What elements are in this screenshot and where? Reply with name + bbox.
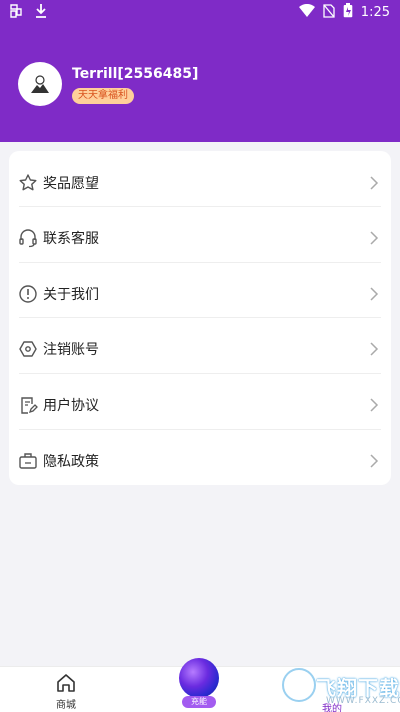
hexagon-icon <box>19 340 37 357</box>
status-bar: 1:25 <box>0 0 400 24</box>
divider <box>19 373 381 374</box>
menu-item-label: 关于我们 <box>43 286 99 303</box>
tab-energy-label[interactable]: 充能 <box>182 696 216 708</box>
watermark-circle-icon <box>282 668 316 702</box>
divider <box>19 429 381 430</box>
notification-bug-icon <box>8 3 24 23</box>
chevron-right-icon <box>370 453 379 468</box>
wifi-icon <box>298 3 315 22</box>
chevron-right-icon <box>370 230 379 245</box>
menu-item-label: 注销账号 <box>43 341 99 358</box>
chevron-right-icon <box>370 397 379 412</box>
menu-item-label: 联系客服 <box>43 230 99 247</box>
divider <box>19 262 381 263</box>
chevron-right-icon <box>370 286 379 301</box>
menu-item-label: 隐私政策 <box>43 453 99 470</box>
menu-item-privacy-policy[interactable]: 隐私政策 <box>9 433 391 488</box>
battery-icon <box>343 3 353 22</box>
menu-item-customer-service[interactable]: 联系客服 <box>9 210 391 265</box>
document-edit-icon <box>21 396 38 414</box>
divider <box>19 317 381 318</box>
menu-item-label: 奖品愿望 <box>43 175 99 192</box>
menu-item-label: 用户协议 <box>43 397 99 414</box>
download-icon <box>34 3 48 23</box>
headset-icon <box>19 228 37 247</box>
settings-menu-card: 奖品愿望 联系客服 关于我们 注销账号 用户协议 隐私政策 <box>9 151 391 485</box>
menu-item-user-agreement[interactable]: 用户协议 <box>9 377 391 432</box>
avatar[interactable] <box>18 62 62 106</box>
username: Terrill[2556485] <box>72 65 199 82</box>
tab-mall[interactable]: 商城 <box>26 672 106 711</box>
chevron-right-icon <box>370 341 379 356</box>
home-icon <box>57 674 75 692</box>
no-sim-icon <box>323 3 335 22</box>
divider <box>19 206 381 207</box>
profile-header: 1:25 Terrill[2556485] 天天拿福利 <box>0 0 400 142</box>
briefcase-icon <box>19 452 37 469</box>
avatar-figure-icon <box>31 75 49 93</box>
tab-me-label[interactable]: 我的 <box>322 700 342 712</box>
menu-item-delete-account[interactable]: 注销账号 <box>9 321 391 376</box>
energy-orb-button[interactable] <box>179 658 219 698</box>
info-icon <box>19 284 37 303</box>
chevron-right-icon <box>370 175 379 190</box>
tab-label: 商城 <box>56 700 76 711</box>
welfare-badge: 天天拿福利 <box>72 87 134 104</box>
menu-item-prize-wish[interactable]: 奖品愿望 <box>9 155 391 210</box>
menu-item-about-us[interactable]: 关于我们 <box>9 266 391 321</box>
star-icon <box>19 173 37 190</box>
status-time: 1:25 <box>360 5 390 20</box>
user-profile[interactable]: Terrill[2556485] 天天拿福利 <box>18 62 198 106</box>
